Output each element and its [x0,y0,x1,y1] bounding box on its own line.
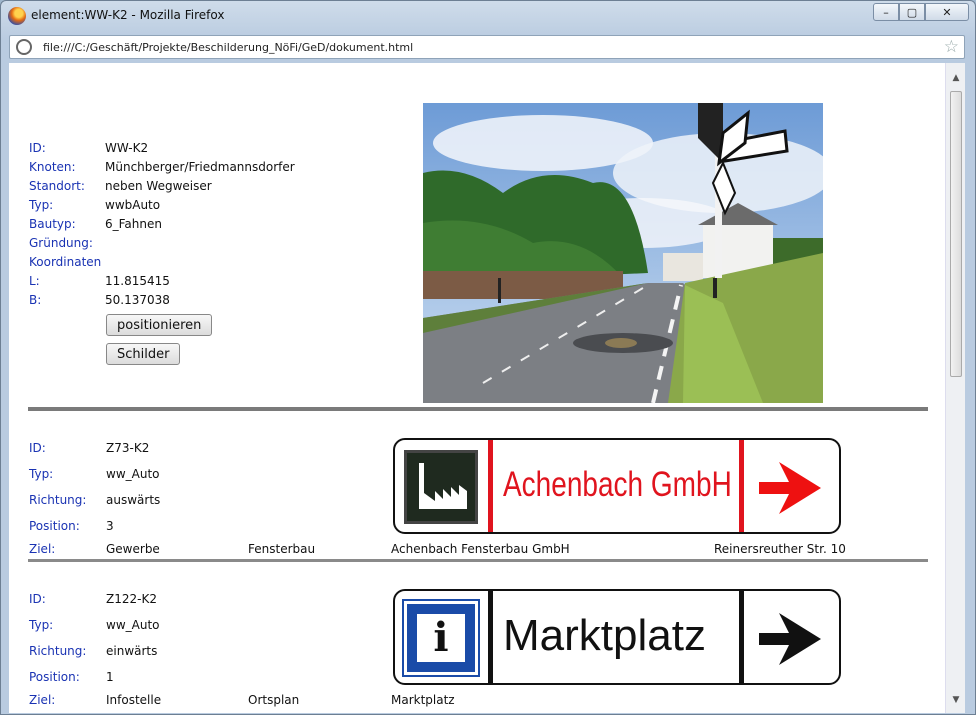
sign-graphic-marktplatz: i Marktplatz [393,589,841,685]
sign-graphic-achenbach: Achenbach GmbH [393,438,841,534]
sign1-label-position: Position: [29,519,80,533]
sign1-ziel-2: Fensterbau [248,542,316,556]
sign1-ziel-1: Gewerbe [106,542,160,556]
field-value-bautyp: 6_Fahnen [105,217,162,231]
sign-divider [488,591,493,683]
field-label-bautyp: Bautyp: [29,217,76,231]
field-value-b: 50.137038 [105,293,170,307]
positionieren-button[interactable]: positionieren [106,314,213,336]
field-label-b: B: [29,293,42,307]
sign1-label-richtung: Richtung: [29,493,87,507]
field-value-knoten: Münchberger/Friedmannsdorfer [105,160,295,174]
sign1-value-id: Z73-K2 [106,441,150,455]
sign2-label-id: ID: [29,592,46,606]
bookmark-star-icon[interactable]: ☆ [944,37,959,57]
field-label-typ: Typ: [29,198,54,212]
field-value-l: 11.815415 [105,274,170,288]
restore-button[interactable]: ▢ [899,3,925,21]
sign2-label-ziel: Ziel: [29,693,56,707]
sign-divider [739,440,744,532]
field-label-l: L: [29,274,40,288]
sign1-label-id: ID: [29,441,46,455]
field-label-standort: Standort: [29,179,85,193]
scroll-up-icon[interactable]: ▲ [949,73,963,87]
scroll-down-icon[interactable]: ▼ [949,695,963,709]
sign2-label-typ: Typ: [29,618,54,632]
scroll-thumb[interactable] [950,91,962,377]
sign-text-marktplatz: Marktplatz [503,611,706,660]
minimize-button[interactable]: – [873,3,899,21]
field-label-gruendung: Gründung: [29,236,93,250]
schilder-button[interactable]: Schilder [106,343,181,365]
address-bar[interactable]: file:///C:/Geschäft/Projekte/Beschilderu… [9,35,965,59]
sign2-label-richtung: Richtung: [29,644,87,658]
sign2-ziel-3: Marktplatz [391,693,455,707]
sign2-value-position: 1 [106,670,114,684]
sign2-label-position: Position: [29,670,80,684]
firefox-icon [8,7,26,25]
signpost-photo [423,103,823,403]
page-identity-icon[interactable] [16,39,32,55]
field-label-knoten: Knoten: [29,160,76,174]
sign2-value-richtung: einwärts [106,644,158,658]
sign1-value-position: 3 [106,519,114,533]
factory-icon [404,450,478,524]
field-value-id: WW-K2 [105,141,149,155]
sign1-ziel-4: Reinersreuther Str. 10 [714,542,846,556]
page-content: ID: WW-K2 Knoten: Münchberger/Friedmanns… [9,63,965,713]
sign2-ziel-1: Infostelle [106,693,162,707]
sign1-label-typ: Typ: [29,467,54,481]
url-text[interactable]: file:///C:/Geschäft/Projekte/Beschilderu… [43,41,413,54]
field-label-koordinaten: Koordinaten [29,255,102,269]
vertical-scrollbar[interactable]: ▲ ▼ [945,63,965,713]
sign1-value-typ: ww_Auto [106,467,160,481]
section-divider [28,407,928,411]
field-value-standort: neben Wegweiser [105,179,212,193]
browser-window: element:WW-K2 - Mozilla Firefox – ▢ ✕ fi… [0,0,976,715]
window-title: element:WW-K2 - Mozilla Firefox [31,8,225,22]
arrow-right-icon [759,613,821,665]
sign1-value-richtung: auswärts [106,493,161,507]
window-controls: – ▢ ✕ [873,3,969,23]
field-value-typ: wwbAuto [105,198,161,212]
info-letter: i [417,614,465,662]
sign1-label-ziel: Ziel: [29,542,56,556]
section-divider [28,559,928,562]
sign-divider [739,591,744,683]
street-scene-image [423,103,823,403]
sign-divider [488,440,493,532]
sign1-ziel-3: Achenbach Fensterbau GmbH [391,542,570,556]
title-bar[interactable]: element:WW-K2 - Mozilla Firefox – ▢ ✕ [1,1,975,31]
sign2-value-id: Z122-K2 [106,592,157,606]
close-button[interactable]: ✕ [925,3,969,21]
sign2-value-typ: ww_Auto [106,618,160,632]
arrow-right-icon [759,462,821,514]
field-label-id: ID: [29,141,46,155]
info-icon: i [402,599,480,677]
sign2-ziel-2: Ortsplan [248,693,300,707]
sign-text-achenbach: Achenbach GmbH [503,465,732,504]
